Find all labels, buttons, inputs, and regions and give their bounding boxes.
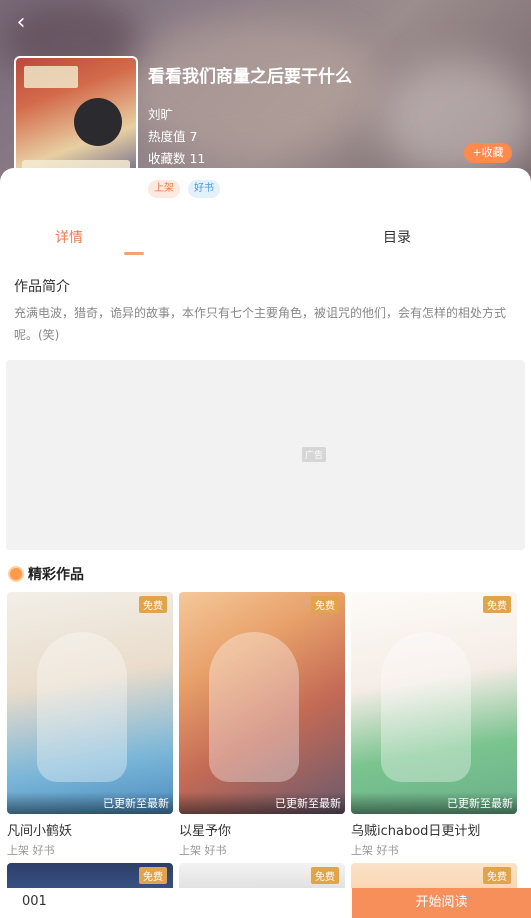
work-cover[interactable]: 免费 已更新至最新 [179,592,345,814]
book-favorites: 收藏数 11 [148,151,206,166]
book-tags: 上架 好书 [148,180,220,198]
featured-title: 精彩作品 [28,567,84,583]
update-status: 已更新至最新 [103,797,169,810]
tag-good-book: 好书 [188,180,220,198]
work-cover[interactable]: 免费 已更新至最新 [351,592,517,814]
detail-card: 上架 好书 详情 目录 作品简介 充满电波，猎奇，诡异的故事，本作只有七个主要角… [0,168,531,918]
work-tags: 上架 好书 [179,844,227,857]
featured-heading: 精彩作品 [10,564,84,584]
work-card[interactable]: 免费 已更新至最新 凡间小鹤妖 上架 好书 [7,592,173,858]
bottom-bar: 001 开始阅读 [0,888,531,918]
tab-catalog[interactable]: 目录 [337,224,457,252]
tag-shelved: 上架 [148,180,180,198]
intro-text: 充满电波，猎奇，诡异的故事，本作只有七个主要角色，被诅咒的他们，会有怎样的相处方… [14,306,507,342]
free-badge: 免费 [311,596,339,613]
work-name[interactable]: 凡间小鹤妖 [7,820,173,839]
cover-art-figure [74,98,122,146]
book-heat: 热度值 7 [148,129,198,144]
ad-banner[interactable]: 广告 [6,360,525,550]
cover-figure [209,632,299,782]
favorite-button[interactable]: +收藏 [464,143,512,163]
cover-figure [381,632,471,782]
tab-details[interactable]: 详情 [9,224,129,252]
cover-art-block [24,66,78,88]
start-reading-button[interactable]: 开始阅读 [352,888,531,918]
tab-active-indicator [124,252,144,255]
book-title: 看看我们商量之后要干什么 [148,67,352,87]
work-tags: 上架 好书 [7,844,55,857]
detail-tabs: 详情 目录 [0,224,531,260]
free-badge: 免费 [139,596,167,613]
featured-list: 免费 已更新至最新 凡间小鹤妖 上架 好书 免费 已更新至最新 以星予你 上架 … [7,592,517,858]
work-card[interactable]: 免费 已更新至最新 乌贼ichabod日更计划 上架 好书 [351,592,517,858]
work-cover[interactable]: 免费 已更新至最新 [7,592,173,814]
blur-shape [380,60,531,180]
book-author: 刘旷 [148,107,174,122]
work-name[interactable]: 以星予你 [179,820,345,839]
work-name[interactable]: 乌贼ichabod日更计划 [351,820,517,839]
work-card[interactable]: 免费 已更新至最新 以星予你 上架 好书 [179,592,345,858]
chevron-left-icon[interactable]: ‹ [8,8,34,38]
intro-heading: 作品简介 [14,279,70,295]
flower-dot-icon [10,568,22,580]
free-badge: 免费 [139,867,167,884]
update-status: 已更新至最新 [447,797,513,810]
current-chapter[interactable]: 001 [22,894,47,909]
free-badge: 免费 [483,867,511,884]
work-tags: 上架 好书 [351,844,399,857]
ad-label: 广告 [302,447,327,462]
free-badge: 免费 [311,867,339,884]
free-badge: 免费 [483,596,511,613]
cover-figure [37,632,127,782]
update-status: 已更新至最新 [275,797,341,810]
